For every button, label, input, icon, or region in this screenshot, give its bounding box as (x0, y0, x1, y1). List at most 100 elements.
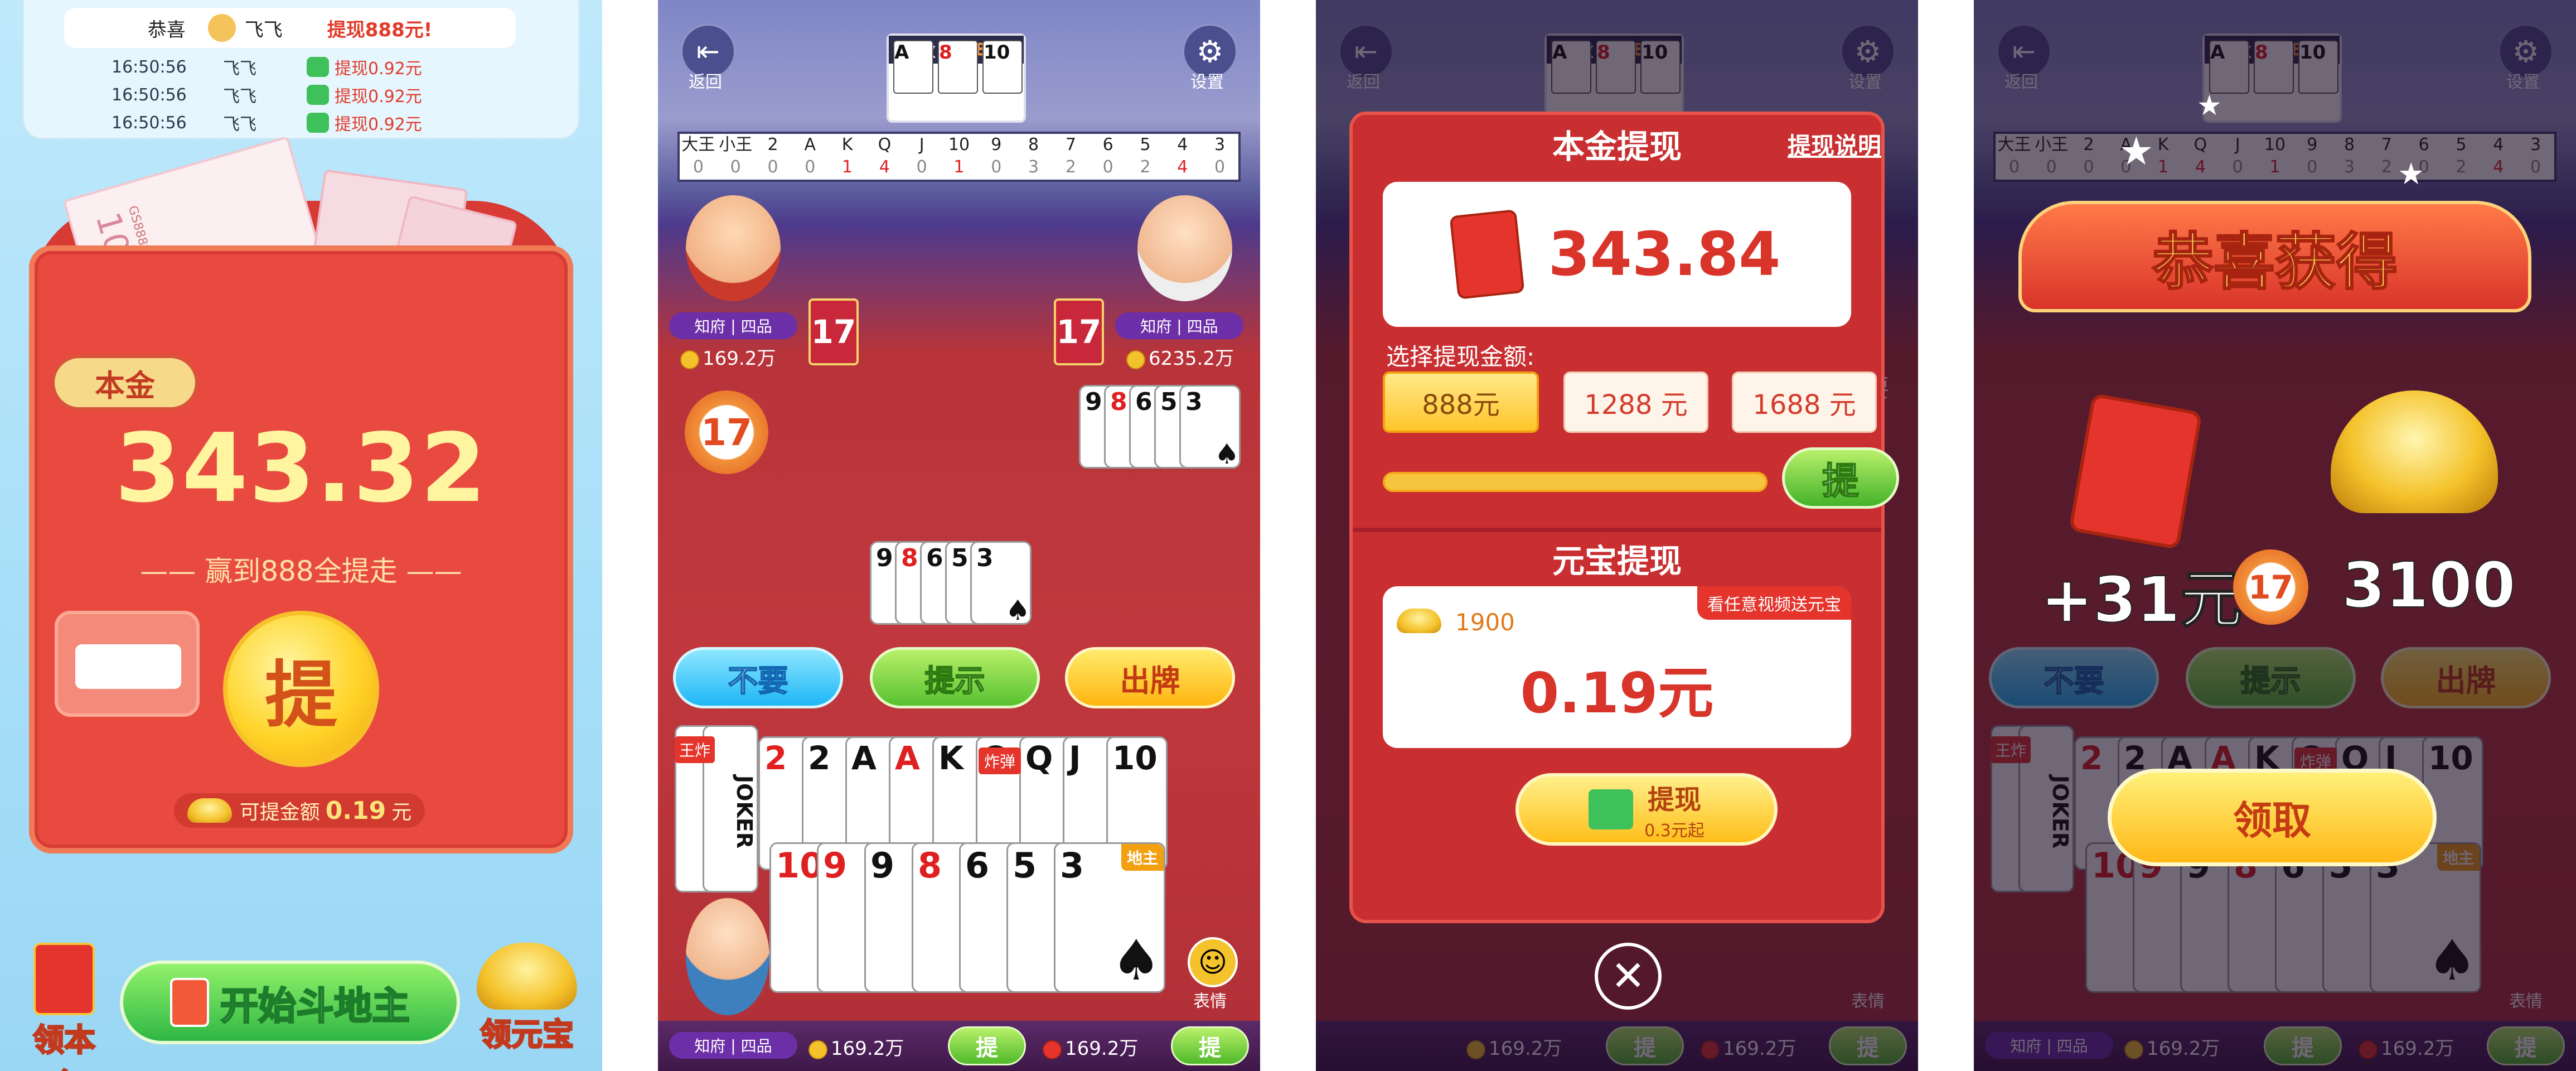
left-player-coins: 169.2万 (680, 343, 776, 370)
amount-option-1288[interactable]: 1288 元 (1563, 372, 1708, 433)
wechat-withdraw-button[interactable]: 提现 0.3元起 (1515, 773, 1778, 846)
tracker-rank: 大王 (681, 135, 715, 155)
withdraw-button[interactable]: 提 (223, 611, 379, 767)
claim-ingot-label: 领元宝 (480, 1016, 575, 1054)
bottom-withdraw-button[interactable]: 提 (1171, 1026, 1249, 1065)
gold-ingot-icon (808, 1040, 827, 1059)
tracker-count: 4 (879, 157, 890, 177)
claim-principal-button[interactable]: 领本金 (22, 943, 106, 1071)
card-rank: A (851, 739, 877, 777)
withdraw-envelope-screen: 恭喜 飞飞 提现888元! 16:50:56 飞飞 提现0.92元 16:50:… (0, 0, 602, 1071)
bottom-ingot-coins: 169.2万 (808, 1033, 904, 1060)
coin-icon (680, 350, 699, 369)
wechat-icon (307, 85, 329, 105)
pass-button[interactable]: 不要 (673, 647, 843, 708)
played-card: 3 ♠ (970, 541, 1032, 626)
play-button[interactable]: 出牌 (1065, 647, 1235, 708)
top-card: A (893, 40, 933, 94)
ticker-row: 16:50:56 飞飞 提现0.92元 (112, 110, 502, 135)
coin-value: 169.2万 (1065, 1038, 1139, 1060)
coin-value: 169.2万 (703, 348, 776, 370)
red-envelope-icon (33, 943, 95, 1015)
tracker-count: 3 (1028, 157, 1039, 177)
right-player-coins: 6235.2万 (1126, 343, 1234, 370)
right-played-cards: 9 8 6 5 3 ♠ (1079, 385, 1246, 474)
withdraw-slot-card (75, 644, 181, 689)
landlord-badge: 地主 (1121, 844, 1164, 871)
card-rank: 8 (918, 845, 942, 886)
tracker-rank: 4 (1177, 135, 1188, 155)
tracker-column: 90 (977, 134, 1015, 180)
exit-icon: ⇤ (696, 35, 720, 67)
center-played-cards: 9 8 6 5 3 ♠ (870, 541, 1043, 630)
emote-button[interactable]: ☺ (1188, 937, 1238, 987)
tracker-rank: 9 (991, 135, 1002, 155)
tracker-rank: K (841, 135, 853, 155)
wechat-withdraw-min: 0.3元起 (1644, 821, 1705, 841)
close-icon[interactable]: ✕ (1595, 943, 1662, 1010)
tracker-rank: 2 (767, 135, 778, 155)
reward-overlay (1974, 0, 2576, 1071)
tracker-count: 2 (1140, 157, 1151, 177)
coin-value: 169.2万 (831, 1038, 904, 1060)
reward-ingot: 3100 (2341, 549, 2516, 623)
withdraw-help-link[interactable]: 提现说明 (1788, 127, 1881, 161)
tracker-count: 2 (1065, 157, 1076, 177)
star-icon: ★ (2197, 89, 2222, 122)
wechat-withdraw-text: 提现 0.3元起 (1644, 778, 1705, 841)
turn-timer: 17 (685, 390, 768, 474)
card-rank: 3 (976, 544, 994, 572)
tracker-column: 52 (1127, 134, 1164, 180)
right-player-avatar (1137, 195, 1232, 301)
card-rank: 8 (901, 544, 918, 572)
ticker-msg: 提现0.92元 (335, 59, 422, 79)
ingot-box: 1900 看任意视频送元宝 0.19元 (1383, 586, 1851, 748)
tracker-count: 0 (916, 157, 927, 177)
emote-label: 表情 (1193, 992, 1227, 1011)
red-envelope-reward-icon (2068, 393, 2203, 550)
card-rank: A (895, 739, 920, 777)
ingot-count: 1900 (1455, 609, 1515, 636)
gold-ingot-icon (187, 798, 232, 823)
principal-withdraw-button[interactable]: 提 (1782, 447, 1899, 509)
joker-bomb-badge: 王炸 (675, 736, 715, 763)
ticker-time: 16:50:56 (112, 113, 187, 133)
tracker-count: 0 (767, 157, 778, 177)
red-envelope-icon (1043, 1040, 1062, 1059)
start-game-label: 开始斗地主 (219, 983, 410, 1029)
available-amount: 可提金额 0.19 元 (174, 793, 425, 828)
tracker-count: 1 (842, 157, 853, 177)
congrats-banner: 恭喜获得 (2018, 201, 2531, 312)
spade-icon: ♠ (1005, 594, 1030, 626)
spade-icon: ♠ (1111, 928, 1161, 993)
gold-ingot-icon (1397, 609, 1441, 633)
modal-divider (1353, 528, 1881, 532)
tracker-column: 83 (1015, 134, 1052, 180)
amount-option-1688[interactable]: 1688 元 (1732, 372, 1877, 433)
tracker-column: 101 (941, 134, 978, 180)
tracker-count: 0 (1102, 157, 1113, 177)
withdraw-modal-screen: ⇤ 返回 ⚙ 设置 A 8 10 倍数 3840 169.2万 提 169.2万… (1316, 0, 1918, 1071)
start-game-button[interactable]: 开始斗地主 (120, 961, 460, 1044)
card-rank: 3 (1060, 845, 1084, 886)
hand-card[interactable]: 3 ♠ 地主 (1054, 842, 1165, 993)
avail-unit: 元 (391, 801, 412, 824)
ticker-msg: 提现0.92元 (335, 87, 422, 107)
tracker-column: 大王0 (680, 134, 717, 180)
game-table-screen: ⇤ 返回 ⚙ 设置 A 8 10 倍数 3840 大王0小王020A0K1Q4J… (658, 0, 1260, 1071)
card-rank: 9 (1085, 388, 1102, 416)
amount-option-888[interactable]: 888元 (1383, 372, 1539, 433)
red-envelope-icon (1449, 209, 1525, 300)
tracker-rank: A (804, 135, 816, 155)
left-cards-left: 17 (808, 298, 859, 365)
wechat-icon (307, 57, 329, 77)
card-rank: 2 (808, 739, 831, 777)
claim-ingot-button[interactable]: 领元宝 (468, 943, 585, 1054)
bomb-badge: 炸弹 (979, 747, 1021, 774)
tracker-column: 44 (1164, 134, 1201, 180)
claim-button[interactable]: 领取 (2108, 769, 2437, 866)
bottom-withdraw-button[interactable]: 提 (948, 1026, 1026, 1065)
win-subtitle: —— 赢到888全提走 —— (140, 555, 462, 587)
withdraw-progress-bar (1383, 472, 1768, 492)
hint-button[interactable]: 提示 (870, 647, 1040, 708)
